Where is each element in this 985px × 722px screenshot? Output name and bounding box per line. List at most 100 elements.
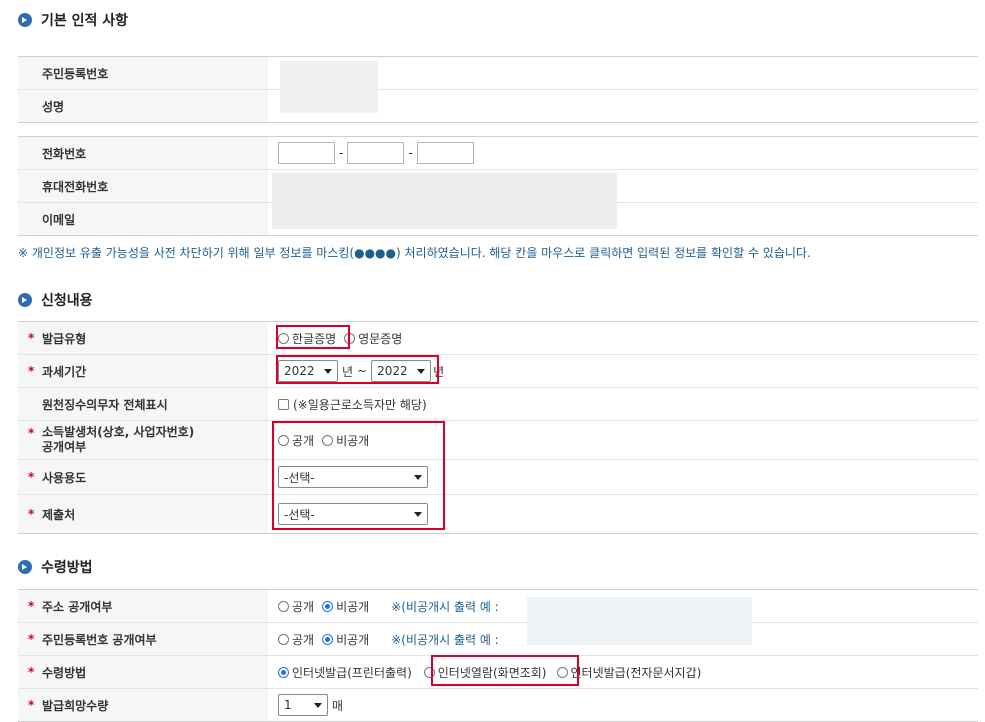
radio-rrn-private[interactable]: 비공개 [322, 631, 369, 648]
radio-checked-icon[interactable] [322, 633, 334, 645]
submit-to-select[interactable]: -선택- [278, 503, 428, 525]
radio-icon[interactable] [423, 666, 435, 678]
radio-icon[interactable] [278, 633, 289, 645]
radio-icon[interactable] [278, 332, 289, 344]
row-receipt-method: * 수령방법 인터넷발급(프린터출력) 인터넷열람(화면조회) 인터넷발급(전자문… [18, 656, 978, 689]
option-label: 한글증명 [292, 331, 337, 346]
label-text: 주민등록번호 [42, 66, 109, 81]
radio-korean[interactable]: 한글증명 [278, 330, 336, 347]
radio-income-private[interactable]: 비공개 [322, 432, 369, 449]
radio-income-public[interactable]: 공개 [278, 432, 314, 449]
arrow-circle-icon [18, 560, 32, 574]
row-name: 성명 [18, 90, 978, 122]
label-text: 주민등록번호 공개여부 [42, 632, 157, 647]
usage-select[interactable]: -선택- [278, 466, 428, 488]
label-submit-to: * 제출처 [18, 495, 268, 533]
row-withholding: 원천징수의무자 전체표시 (※일용근로소득자만 해당) [18, 388, 978, 421]
radio-icon[interactable] [278, 600, 289, 612]
arrow-circle-icon [18, 13, 32, 27]
value-withholding: (※일용근로소득자만 해당) [268, 388, 978, 420]
option-label: 비공개 [336, 599, 370, 614]
radio-internet-view[interactable]: 인터넷열람(화면조회) [423, 664, 547, 681]
required-mark: * [28, 470, 35, 484]
phone-part2-input[interactable] [347, 142, 405, 164]
label-address-public: * 주소 공개여부 [18, 590, 268, 622]
value-name[interactable] [268, 90, 978, 122]
select-value: 2022 [377, 364, 408, 378]
label-issue-type: * 발급유형 [18, 322, 268, 354]
section-title-text: 신청내용 [41, 293, 93, 309]
required-mark: * [28, 426, 35, 440]
radio-address-private[interactable]: 비공개 [322, 598, 369, 615]
phone-part3-input[interactable] [416, 142, 474, 164]
dash: - [408, 146, 413, 160]
label-text: 발급유형 [42, 331, 87, 346]
masked-mobile-email[interactable] [272, 173, 617, 229]
withholding-note: (※일용근로소득자만 해당) [293, 397, 427, 412]
masking-notice: ※ 개인정보 유출 가능성을 사전 차단하기 위해 일부 정보를 마스킹(●●●… [18, 246, 811, 260]
row-quantity: * 발급희망수량 1 매 [18, 689, 978, 721]
label-text: 주소 공개여부 [42, 599, 113, 614]
required-mark: * [28, 364, 35, 378]
option-label: 인터넷발급(프린터출력) [292, 665, 412, 680]
radio-checked-icon[interactable] [322, 600, 334, 612]
row-issue-type: * 발급유형 한글증명 영문증명 [18, 322, 978, 355]
radio-icon[interactable] [278, 434, 289, 446]
section-title-text: 수령방법 [41, 560, 93, 576]
radio-internet-wallet[interactable]: 인터넷발급(전자문서지갑) [556, 664, 702, 681]
option-label: 공개 [292, 433, 315, 448]
label-text: 사용용도 [42, 470, 87, 485]
label-text: 소득발생처(상호, 사업자번호) [42, 425, 195, 439]
required-mark: * [28, 632, 35, 646]
period-to-select[interactable]: 2022 [371, 360, 432, 382]
radio-address-public[interactable]: 공개 [278, 598, 314, 615]
option-label: 공개 [292, 599, 315, 614]
period-from-select[interactable]: 2022 [278, 360, 338, 382]
required-mark: * [28, 698, 35, 712]
label-rrn-public: * 주민등록번호 공개여부 [18, 623, 268, 655]
phone-part1-input[interactable] [278, 142, 335, 164]
withholding-checkbox[interactable] [278, 398, 289, 410]
arrow-circle-icon [18, 293, 32, 307]
value-period: 2022 년 ~ 2022 년 [268, 355, 978, 387]
radio-rrn-public[interactable]: 공개 [278, 631, 314, 648]
label-email: 이메일 [18, 203, 268, 235]
required-mark: * [28, 599, 35, 613]
required-mark: * [28, 331, 35, 345]
label-income-source: * 소득발생처(상호, 사업자번호) 공개여부 [18, 421, 268, 459]
application-table: * 발급유형 한글증명 영문증명 * 과세기간 2022 년 ~ 2022 년 원천… [18, 321, 978, 534]
basic-info-table: 주민등록번호 성명 [18, 56, 978, 123]
value-rrn[interactable] [268, 57, 978, 113]
row-rrn: 주민등록번호 [18, 57, 978, 113]
rrn-output-note: ※(비공개시 출력 예 : [391, 632, 499, 647]
radio-icon[interactable] [556, 666, 568, 678]
option-label: 인터넷발급(전자문서지갑) [570, 665, 702, 680]
chevron-down-icon [314, 702, 322, 708]
year-unit: 년 [433, 364, 445, 379]
label-quantity: * 발급희망수량 [18, 689, 268, 721]
radio-icon[interactable] [344, 332, 356, 344]
select-value: -선택- [284, 470, 315, 485]
label-name: 성명 [18, 90, 268, 122]
label-text: 공개여부 [42, 440, 87, 454]
option-label: 영문증명 [358, 331, 403, 346]
quantity-select[interactable]: 1 [278, 694, 328, 716]
select-value: -선택- [284, 507, 315, 522]
receipt-table: * 주소 공개여부 공개 비공개 ※(비공개시 출력 예 : * 주민등록번호 공개… [18, 589, 978, 722]
row-usage: * 사용용도 -선택- [18, 460, 978, 495]
radio-english[interactable]: 영문증명 [344, 330, 402, 347]
label-phone: 전화번호 [18, 137, 268, 169]
radio-internet-print[interactable]: 인터넷발급(프린터출력) [278, 664, 412, 681]
row-address-public: * 주소 공개여부 공개 비공개 ※(비공개시 출력 예 : [18, 590, 978, 623]
label-text: 휴대전화번호 [42, 179, 109, 194]
section-title-text: 기본 인적 사항 [41, 13, 129, 29]
quantity-unit: 매 [332, 698, 344, 713]
option-label: 공개 [292, 632, 315, 647]
required-mark: * [28, 665, 35, 679]
radio-checked-icon[interactable] [278, 666, 289, 678]
label-text: 원천징수의무자 전체표시 [42, 397, 168, 412]
option-label: 비공개 [336, 632, 370, 647]
section-title-basic: 기본 인적 사항 [18, 10, 128, 30]
label-text: 제출처 [42, 507, 76, 522]
radio-icon[interactable] [322, 434, 334, 446]
